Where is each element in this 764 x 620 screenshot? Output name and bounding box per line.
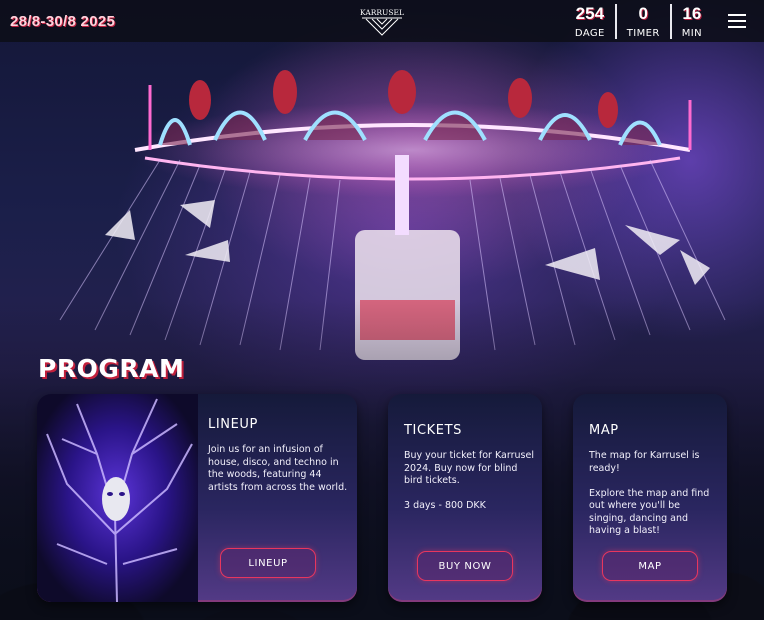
- lineup-button[interactable]: LINEUP: [220, 548, 316, 578]
- buy-now-button[interactable]: BUY NOW: [417, 551, 513, 581]
- countdown: 254 DAGE 0 TIMER 16 MIN: [565, 4, 712, 39]
- countdown-hours-label: TIMER: [626, 28, 660, 39]
- hamburger-menu-icon[interactable]: [728, 14, 746, 28]
- lineup-description: Join us for an infusion of house, disco,…: [208, 444, 348, 493]
- map-title: MAP: [589, 423, 619, 438]
- lineup-title: LINEUP: [208, 417, 258, 432]
- program-heading: PROGRAM: [38, 354, 185, 383]
- lineup-image: [37, 394, 198, 602]
- lineup-card: LINEUP Join us for an infusion of house,…: [37, 394, 357, 602]
- festival-dates: 28/8-30/8 2025: [10, 13, 116, 30]
- countdown-days: 254 DAGE: [565, 4, 615, 39]
- mask-face: [102, 477, 130, 521]
- countdown-minutes-label: MIN: [681, 28, 702, 39]
- countdown-minutes: 16 MIN: [669, 4, 712, 39]
- map-card: MAP The map for Karrusel is ready! Explo…: [573, 394, 727, 602]
- logo-text: KARRUSEL: [360, 8, 404, 17]
- countdown-minutes-value: 16: [682, 4, 702, 23]
- countdown-hours-value: 0: [638, 4, 648, 23]
- map-description: The map for Karrusel is ready! Explore t…: [589, 450, 710, 536]
- karrusel-logo[interactable]: KARRUSEL: [358, 5, 406, 37]
- top-bar: 28/8-30/8 2025 KARRUSEL 254 DAGE 0 TIMER…: [0, 0, 764, 42]
- countdown-days-label: DAGE: [574, 28, 605, 39]
- countdown-hours: 0 TIMER: [614, 4, 670, 39]
- tickets-title: TICKETS: [404, 423, 462, 438]
- map-button[interactable]: MAP: [602, 551, 698, 581]
- tickets-card: TICKETS Buy your ticket for Karrusel 202…: [388, 394, 542, 602]
- countdown-days-value: 254: [575, 4, 605, 23]
- tickets-description: Buy your ticket for Karrusel 2024. Buy n…: [404, 450, 534, 511]
